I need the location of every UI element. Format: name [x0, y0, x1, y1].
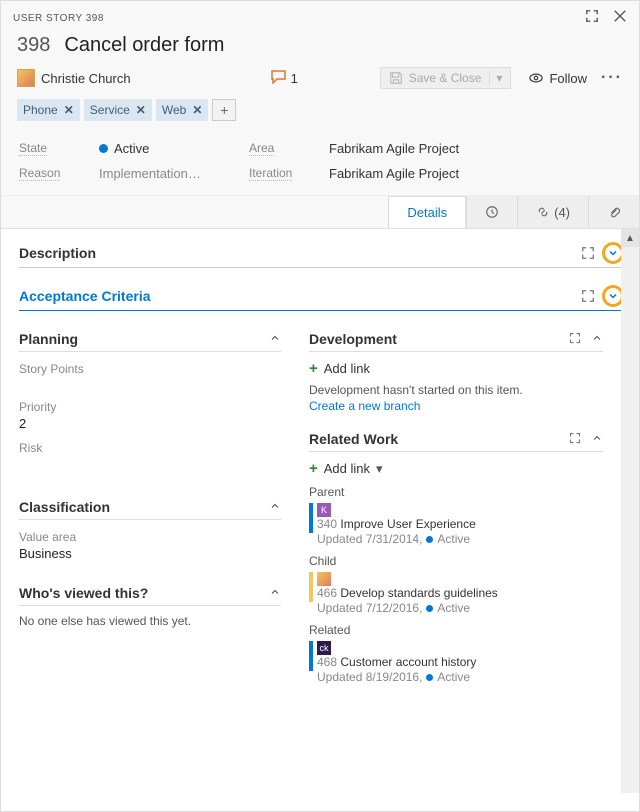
save-label: Save & Close — [409, 71, 482, 85]
attachment-icon — [607, 205, 621, 219]
scroll-up-icon[interactable]: ▲ — [621, 229, 639, 247]
plus-icon: + — [309, 360, 318, 377]
avatar-icon: K — [317, 503, 331, 517]
type-bar-icon — [309, 641, 313, 671]
remove-tag-icon[interactable]: ✕ — [192, 103, 202, 117]
avatar-icon: ck — [317, 641, 331, 655]
work-item-id: 398 — [17, 34, 50, 57]
follow-label: Follow — [549, 71, 587, 86]
close-icon[interactable] — [613, 9, 627, 28]
assignee-field[interactable]: Christie Church — [17, 69, 131, 87]
tags-row: Phone✕ Service✕ Web✕ + — [1, 99, 639, 131]
chevron-down-icon[interactable] — [605, 288, 621, 304]
reason-label: Reason — [19, 166, 79, 181]
comment-count: 1 — [291, 71, 298, 86]
parent-label: Parent — [309, 485, 603, 499]
add-dev-link-button[interactable]: +Add link — [309, 360, 603, 377]
value-area-value[interactable]: Business — [19, 546, 281, 561]
more-actions-button[interactable]: ··· — [601, 69, 623, 87]
value-area-label: Value area — [19, 530, 281, 544]
assignee-name: Christie Church — [41, 71, 131, 86]
eye-icon — [529, 71, 543, 85]
related-item-related[interactable]: ck 468 Customer account history Updated … — [309, 641, 603, 684]
scrollbar[interactable]: ▲ — [621, 229, 639, 793]
maximize-icon[interactable] — [585, 9, 599, 28]
chevron-up-icon[interactable] — [269, 586, 281, 601]
avatar-icon — [317, 572, 331, 586]
development-header[interactable]: Development — [309, 331, 397, 347]
type-bar-icon — [309, 503, 313, 533]
follow-button[interactable]: Follow — [529, 71, 587, 86]
add-related-link-button[interactable]: +Add link ▾ — [309, 460, 603, 477]
create-branch-link[interactable]: Create a new branch — [309, 399, 603, 413]
iteration-field[interactable]: Fabrikam Agile Project — [329, 166, 621, 181]
classification-header[interactable]: Classification — [19, 499, 110, 515]
story-points-label: Story Points — [19, 362, 281, 376]
comments-button[interactable]: 1 — [271, 70, 298, 87]
tab-details[interactable]: Details — [388, 196, 466, 228]
state-dot-icon — [426, 536, 433, 543]
state-field[interactable]: Active — [99, 141, 229, 156]
chevron-up-icon[interactable] — [591, 432, 603, 447]
priority-label: Priority — [19, 400, 281, 414]
fullscreen-icon[interactable] — [569, 332, 581, 347]
save-icon — [389, 71, 403, 85]
type-bar-icon — [309, 572, 313, 602]
chevron-up-icon[interactable] — [591, 332, 603, 347]
tab-history[interactable] — [466, 196, 517, 228]
chevron-down-icon[interactable]: ▾ — [376, 461, 383, 477]
plus-icon: + — [309, 460, 318, 477]
fullscreen-icon[interactable] — [581, 246, 595, 260]
area-label: Area — [249, 141, 309, 156]
save-close-button[interactable]: Save & Close ▾ — [380, 67, 512, 89]
fullscreen-icon[interactable] — [581, 289, 595, 303]
chevron-down-icon[interactable] — [605, 245, 621, 261]
chevron-up-icon[interactable] — [269, 332, 281, 347]
area-field[interactable]: Fabrikam Agile Project — [329, 141, 621, 156]
planning-header[interactable]: Planning — [19, 331, 78, 347]
chevron-up-icon[interactable] — [269, 500, 281, 515]
tab-links[interactable]: (4) — [517, 196, 588, 228]
state-dot-icon — [426, 674, 433, 681]
tag-phone[interactable]: Phone✕ — [17, 99, 80, 121]
remove-tag-icon[interactable]: ✕ — [64, 103, 74, 117]
tag-service[interactable]: Service✕ — [84, 99, 152, 121]
related-item-child[interactable]: 466 Develop standards guidelines Updated… — [309, 572, 603, 615]
viewed-text: No one else has viewed this yet. — [19, 614, 281, 628]
tag-web[interactable]: Web✕ — [156, 99, 209, 121]
work-item-title[interactable]: Cancel order form — [64, 34, 224, 57]
acceptance-criteria-header[interactable]: Acceptance Criteria — [19, 288, 151, 304]
history-icon — [485, 205, 499, 219]
state-dot-icon — [426, 605, 433, 612]
fullscreen-icon[interactable] — [569, 432, 581, 447]
link-icon — [536, 205, 550, 219]
iteration-label: Iteration — [249, 166, 309, 181]
related-label: Related — [309, 623, 603, 637]
add-tag-button[interactable]: + — [212, 99, 236, 121]
state-label: State — [19, 141, 79, 156]
related-item-parent[interactable]: K 340 Improve User Experience Updated 7/… — [309, 503, 603, 546]
risk-label: Risk — [19, 441, 281, 455]
tab-attachments[interactable] — [588, 196, 639, 228]
state-dot-icon — [99, 144, 108, 153]
priority-value[interactable]: 2 — [19, 416, 281, 431]
remove-tag-icon[interactable]: ✕ — [136, 103, 146, 117]
comment-icon — [271, 70, 287, 87]
avatar-icon — [17, 69, 35, 87]
viewed-header[interactable]: Who's viewed this? — [19, 585, 148, 601]
reason-field[interactable]: Implementation… — [99, 166, 229, 181]
dev-hint: Development hasn't started on this item. — [309, 383, 603, 397]
chevron-down-icon[interactable]: ▾ — [489, 71, 502, 85]
work-item-type-label: USER STORY 398 — [13, 13, 104, 24]
description-header[interactable]: Description — [19, 245, 96, 261]
related-work-header[interactable]: Related Work — [309, 431, 398, 447]
child-label: Child — [309, 554, 603, 568]
